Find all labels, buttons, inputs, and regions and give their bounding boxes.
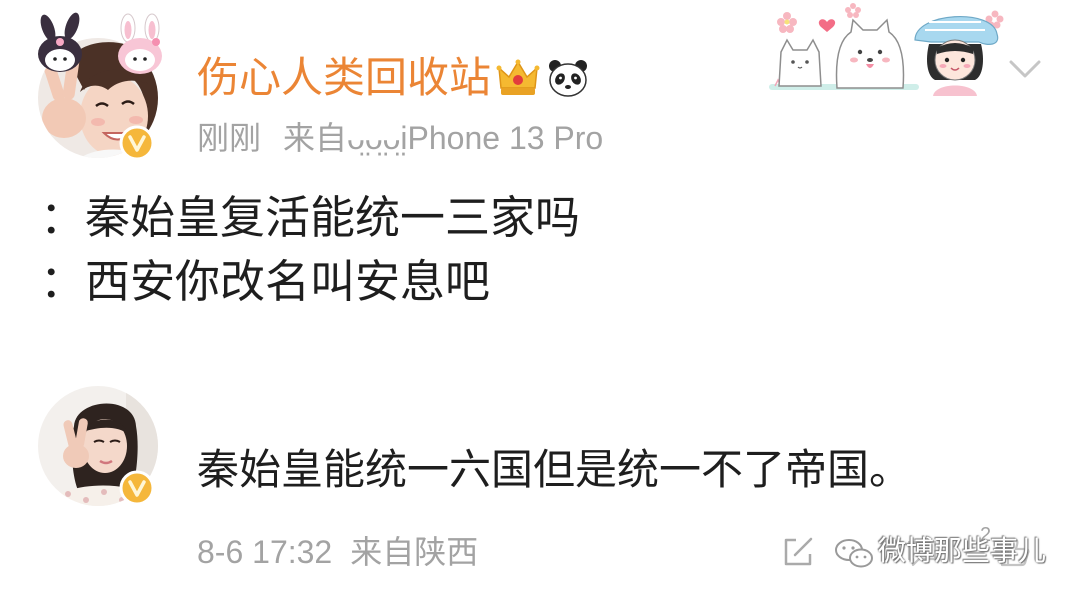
comment-text: 秦始皇能统一六国但是统一不了帝国。	[197, 446, 912, 493]
post-source: 来自ᴗ̤ᴗ̤ᴗ̤iPhone 13 Pro	[283, 120, 604, 156]
crown-emoji-icon	[496, 57, 540, 99]
line-text: 西安你改名叫安息吧	[85, 256, 491, 307]
panda-emoji-icon	[546, 57, 590, 99]
share-icon[interactable]	[780, 534, 816, 570]
post-meta: 刚刚 来自ᴗ̤ᴗ̤ᴗ̤iPhone 13 Pro	[197, 119, 603, 157]
line-prefix: ：	[40, 256, 86, 307]
avatar-rabbit-stickers	[28, 12, 168, 82]
verified-badge-icon	[119, 125, 155, 161]
comment-meta: 8-6 17:32 来自陕西	[197, 533, 478, 571]
cartoon-stickers	[765, 0, 1005, 100]
line-prefix: ：	[40, 192, 86, 243]
post-time: 刚刚	[197, 120, 262, 156]
author-username[interactable]: 伤心人类回收站	[197, 54, 491, 102]
post-body: ： 秦始皇复活能统一三家吗 ： 西安你改名叫安息吧	[40, 186, 580, 314]
verified-badge-icon	[119, 470, 155, 506]
wechat-icon	[834, 537, 874, 569]
post-line: ： 秦始皇复活能统一三家吗	[40, 186, 580, 250]
chevron-down-icon[interactable]	[1008, 58, 1042, 80]
comment-location: 来自陕西	[350, 534, 479, 570]
comment-time: 8-6 17:32	[197, 534, 333, 570]
weibo-post-card: 伤心人类回收站 刚刚 来自ᴗ̤ᴗ̤ᴗ̤iPhone 13 Pro ： 秦始皇复活…	[0, 0, 1080, 600]
watermark-text: 微博那些事儿	[878, 535, 1047, 566]
post-line: ： 西安你改名叫安息吧	[40, 250, 580, 314]
line-text: 秦始皇复活能统一三家吗	[85, 192, 581, 243]
